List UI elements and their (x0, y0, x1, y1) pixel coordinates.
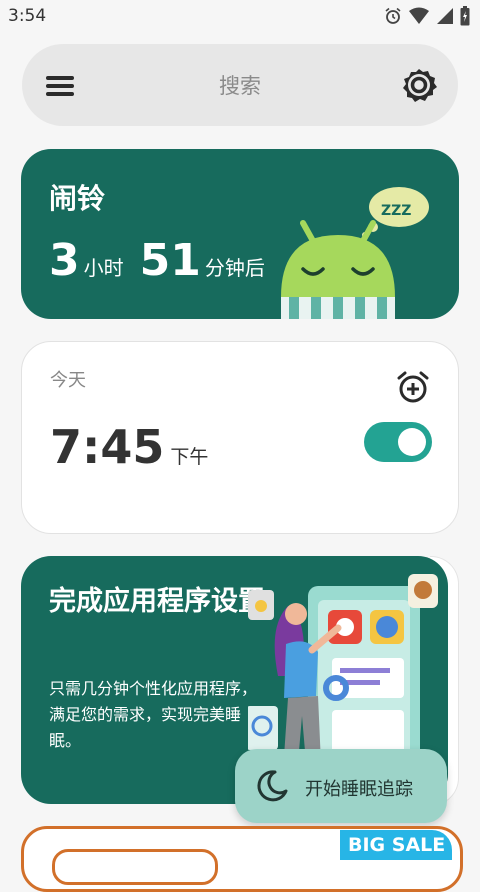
battery-icon (460, 6, 470, 26)
alarm-countdown-card[interactable]: 闹铃 3 小时 51 分钟后 ZZZ (21, 149, 459, 319)
signal-icon (437, 8, 453, 24)
alarm-countdown: 3 小时 51 分钟后 (49, 235, 265, 286)
alarm-day-label: 今天 (50, 370, 86, 391)
status-time: 3:54 (8, 6, 47, 26)
sleeping-android-mascot: ZZZ (281, 187, 429, 319)
search-bar[interactable]: 搜索 (22, 44, 458, 126)
add-alarm-button[interactable] (396, 370, 430, 404)
start-sleep-tracking-button[interactable]: 开始睡眠追踪 (235, 749, 447, 823)
alarm-time: 7:45 下午 (50, 420, 208, 474)
big-sale-badge: BIG SALE (340, 830, 452, 860)
countdown-hours-unit: 小时 (83, 256, 124, 280)
countdown-hours: 3 (49, 235, 80, 286)
settings-button[interactable] (400, 66, 438, 104)
alarm-card-title: 闹铃 (49, 182, 106, 215)
promo-pill (52, 849, 218, 885)
alarm-item-card[interactable]: 今天 7:45 下午 (21, 341, 459, 534)
setup-card-title: 完成应用程序设置 (49, 586, 265, 617)
alarm-clock-icon (385, 7, 401, 24)
countdown-minutes: 51 (139, 235, 201, 286)
mascot-zzz: ZZZ (381, 203, 411, 219)
setup-card-description: 只需几分钟个性化应用程序，满足您的需求，实现完美睡眠。 (49, 679, 258, 750)
countdown-minutes-unit: 分钟后 (204, 256, 265, 280)
moon-icon (257, 770, 288, 802)
search-placeholder: 搜索 (219, 74, 261, 98)
wifi-icon (409, 7, 429, 24)
status-bar: 3:54 (0, 0, 480, 34)
toggle-knob (398, 428, 426, 456)
start-sleep-tracking-label: 开始睡眠追踪 (305, 779, 413, 800)
status-icons (384, 6, 470, 26)
alarm-add-icon (397, 371, 429, 403)
alarm-time-value: 7:45 (50, 420, 165, 474)
alarm-ampm: 下午 (170, 446, 209, 468)
alarm-enable-toggle[interactable] (364, 422, 432, 462)
gear-icon (403, 69, 437, 102)
